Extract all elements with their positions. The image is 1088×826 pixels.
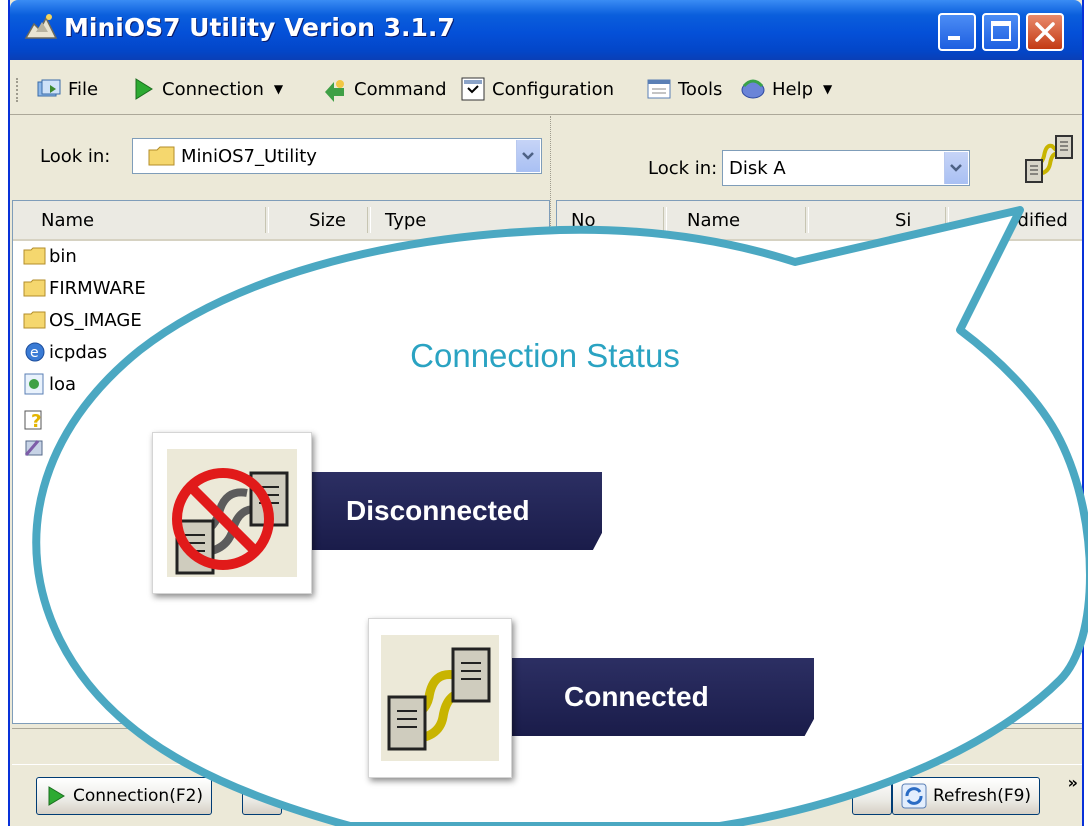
column-type[interactable]: Type	[385, 210, 426, 231]
lock-in-label: Lock in:	[648, 158, 718, 179]
executable-icon	[24, 373, 44, 395]
toolbar-overflow-chevron[interactable]: »	[1068, 773, 1078, 792]
lock-in-value: Disk A	[729, 157, 786, 179]
disconnected-label: Disconnected	[346, 495, 530, 526]
chevron-down-icon: ▼	[273, 82, 284, 96]
folder-icon	[23, 247, 46, 265]
menu-file-label: File	[68, 78, 99, 100]
connection-status-icon[interactable]	[1022, 130, 1078, 186]
disconnected-banner: Disconnected	[300, 472, 602, 550]
refresh-button-label: Refresh(F9)	[933, 786, 1032, 806]
column-modified[interactable]: Modified	[991, 210, 1068, 231]
lock-in-dropdown[interactable]: Disk A	[722, 150, 970, 186]
file-name: FIRMWARE	[49, 277, 146, 299]
column-name[interactable]: Name	[687, 210, 740, 231]
column-separator	[945, 207, 949, 233]
list-item[interactable]: loa	[23, 369, 76, 399]
toolbar-button[interactable]	[242, 777, 282, 815]
help-file-icon: ?	[24, 410, 42, 431]
connected-icon	[381, 635, 499, 761]
tools-icon	[647, 79, 671, 99]
help-icon	[741, 79, 765, 99]
list-header: No Name Si Modified	[557, 201, 1082, 241]
column-separator	[663, 207, 667, 233]
play-icon	[48, 786, 65, 806]
minimize-button[interactable]	[938, 13, 976, 51]
setup-icon	[24, 440, 43, 456]
dropdown-button[interactable]	[516, 140, 540, 172]
column-separator	[367, 207, 371, 233]
column-separator	[265, 207, 269, 233]
device-file-list[interactable]: No Name Si Modified	[556, 200, 1082, 724]
menu-help[interactable]: Help ▼	[740, 74, 832, 104]
connected-icon-card	[368, 618, 512, 778]
menu-help-label: Help	[772, 78, 814, 100]
menu-tools[interactable]: Tools	[646, 74, 722, 104]
file-name: bin	[49, 245, 77, 267]
connected-label: Connected	[564, 681, 709, 712]
list-header: Name Size Type	[13, 201, 549, 241]
menu-configuration[interactable]: Configuration	[460, 74, 614, 104]
disconnected-icon-card	[152, 432, 312, 594]
menu-file[interactable]: File	[36, 74, 98, 104]
column-size[interactable]: Size	[309, 210, 346, 231]
look-in-value: MiniOS7_Utility	[181, 145, 317, 167]
menu-connection[interactable]: Connection ▼	[130, 74, 283, 104]
file-name: loa	[49, 373, 77, 395]
column-no[interactable]: No	[571, 210, 595, 231]
callout-title: Connection Status	[410, 337, 680, 374]
folder-icon	[23, 279, 46, 297]
list-item[interactable]: OS_IMAGE	[23, 305, 142, 335]
internet-shortcut-icon: e	[25, 342, 45, 362]
toolbar-button[interactable]	[852, 777, 892, 815]
file-icon	[37, 79, 61, 97]
menu-command[interactable]: Command	[322, 74, 447, 104]
svg-text:?: ?	[31, 411, 41, 431]
svg-text:e: e	[30, 345, 39, 361]
menu-tools-label: Tools	[678, 78, 723, 100]
folder-icon	[23, 311, 46, 329]
configuration-icon	[461, 77, 485, 101]
disconnected-icon	[167, 449, 297, 577]
maximize-icon	[991, 21, 1011, 41]
minimize-icon	[948, 36, 960, 40]
list-item[interactable]: bin	[23, 241, 77, 271]
list-item[interactable]: FIRMWARE	[23, 273, 146, 303]
chevron-down-icon	[522, 152, 534, 160]
close-icon	[1035, 22, 1055, 42]
device-files-pane: Lock in: Disk A No Name Si Modified	[556, 116, 1082, 726]
menu-connection-label: Connection	[162, 78, 264, 100]
file-name: OS_IMAGE	[49, 309, 142, 331]
command-icon	[325, 80, 344, 102]
chevron-down-icon	[950, 164, 962, 172]
app-icon	[24, 14, 58, 39]
play-icon	[135, 78, 153, 100]
window-title: MiniOS7 Utility Verion 3.1.7	[64, 13, 455, 42]
folder-icon	[148, 146, 175, 166]
dropdown-button[interactable]	[944, 152, 968, 184]
list-item[interactable]: e icpdas	[23, 337, 107, 367]
connection-button[interactable]: Connection(F2)	[36, 777, 213, 815]
menu-command-label: Command	[354, 78, 447, 100]
look-in-label: Look in:	[40, 146, 111, 167]
connection-button-label: Connection(F2)	[73, 786, 204, 806]
column-name[interactable]: Name	[41, 210, 94, 231]
bottom-toolbar: Connection(F2) Refresh(F9) »	[12, 764, 1082, 826]
connected-banner: Connected	[502, 658, 814, 736]
list-item[interactable]: ?	[23, 405, 49, 435]
close-button[interactable]	[1026, 13, 1064, 51]
maximize-button[interactable]	[982, 13, 1020, 51]
chevron-down-icon: ▼	[823, 82, 833, 96]
menu-bar: File Connection ▼ Command Configuration …	[10, 62, 1082, 115]
refresh-icon	[901, 783, 927, 809]
file-name: icpdas	[49, 341, 108, 363]
menu-configuration-label: Configuration	[492, 78, 615, 100]
refresh-button[interactable]: Refresh(F9)	[892, 777, 1041, 815]
toolbar-grip[interactable]	[16, 78, 22, 102]
list-item[interactable]	[23, 433, 49, 463]
column-size[interactable]: Si	[895, 210, 911, 231]
title-bar[interactable]: MiniOS7 Utility Verion 3.1.7	[10, 0, 1082, 60]
column-separator	[805, 207, 809, 233]
look-in-dropdown[interactable]: MiniOS7_Utility	[132, 138, 542, 174]
